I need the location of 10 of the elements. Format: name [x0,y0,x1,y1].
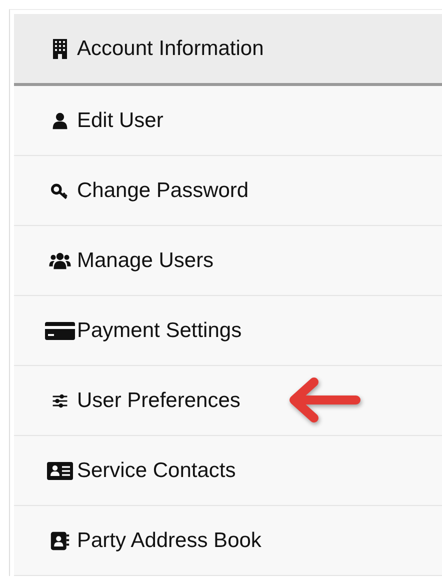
menu-item[interactable]: Manage Users [14,226,442,296]
contact-card-icon [45,460,75,480]
card-icon [45,320,75,340]
menu-item[interactable]: Edit User [14,86,442,156]
menu-item[interactable]: Change Password [14,156,442,226]
menu-item[interactable]: Service Contacts [14,436,442,506]
menu-header[interactable]: Account Information [14,14,442,86]
menu-item[interactable]: User Preferences [14,366,442,436]
menu-item[interactable]: Party Address Book [14,506,442,576]
menu-item[interactable]: Payment Settings [14,296,442,366]
